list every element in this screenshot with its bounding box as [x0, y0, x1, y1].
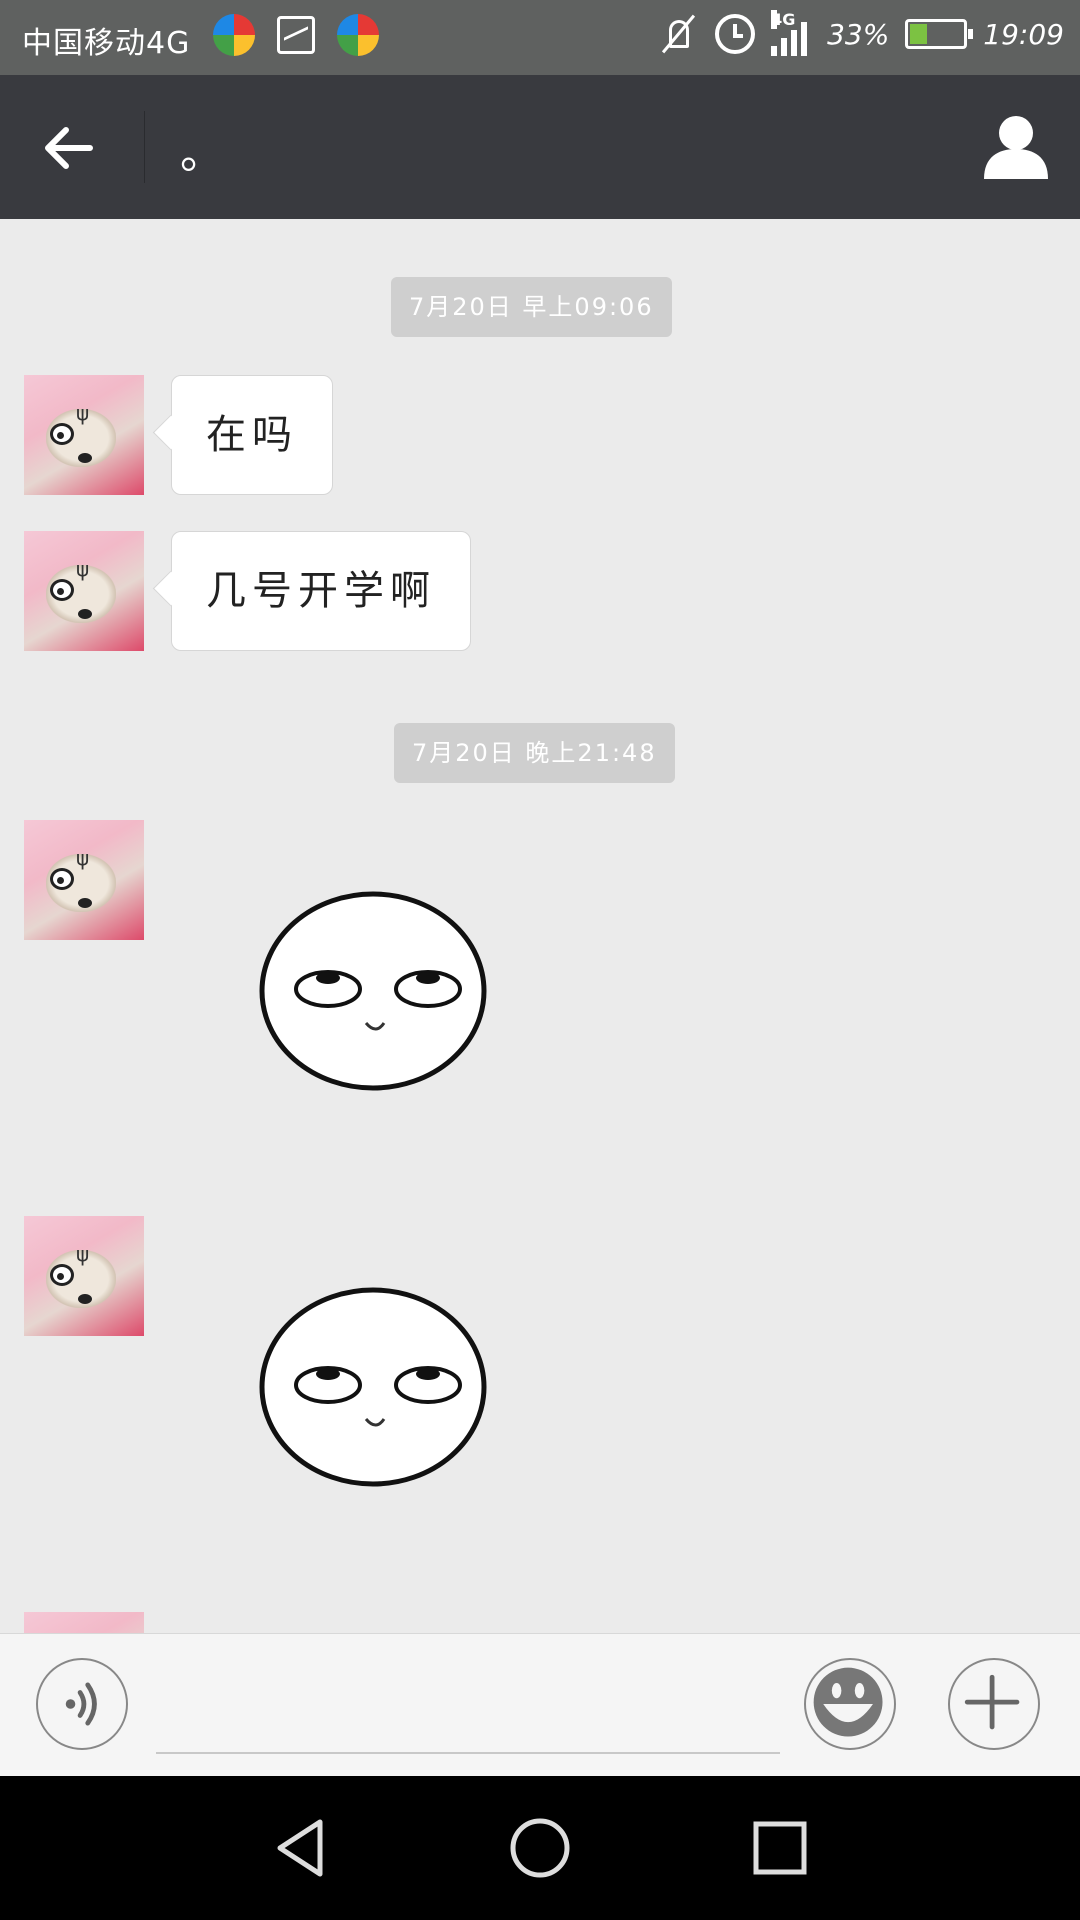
battery-icon [905, 19, 974, 49]
timestamp: 7月20日 早上09:06 [391, 277, 672, 337]
notification-icons [213, 14, 379, 56]
arrow-left-icon [45, 127, 93, 169]
contact-avatar[interactable] [24, 1612, 144, 1633]
system-nav-bar [0, 1776, 1080, 1920]
back-triangle-icon [277, 1819, 323, 1877]
recents-square-icon [753, 1821, 807, 1875]
app-icon [213, 14, 255, 56]
plus-icon [964, 1674, 1020, 1730]
clock: 19:09 [983, 17, 1064, 51]
voice-button[interactable] [36, 1658, 128, 1750]
contact-avatar[interactable]: ψ [24, 1216, 144, 1336]
voice-icon [65, 1682, 97, 1726]
carrier-label: 中国移动4G [22, 26, 191, 61]
contact-avatar[interactable]: ψ [24, 531, 144, 651]
nav-recents-button[interactable] [748, 1816, 812, 1880]
contact-avatar[interactable]: ψ [24, 820, 144, 940]
message-input[interactable] [156, 1752, 780, 1754]
person-icon [984, 116, 1048, 179]
sticker-message[interactable] [258, 891, 488, 1091]
emoji-icon [813, 1667, 883, 1737]
more-button[interactable] [948, 1658, 1040, 1750]
timestamp: 7月20日 晚上21:48 [394, 723, 675, 783]
battery-percent: 33% [827, 17, 890, 51]
message-bubble[interactable]: 几号开学啊 [171, 531, 471, 651]
battery-level [910, 24, 928, 44]
image-icon [277, 16, 315, 54]
chat-header: 。 [0, 75, 1080, 219]
status-bar: 中国移动4G 4G 33% 19:09 [0, 0, 1080, 75]
eye-roll-face-icon [259, 1287, 487, 1487]
header-divider [144, 111, 145, 183]
chat-title: 。 [180, 128, 224, 179]
app-icon [337, 14, 379, 56]
back-button[interactable] [40, 115, 110, 181]
alarm-icon [715, 14, 756, 54]
network-tag: 4G [771, 10, 796, 29]
emoji-button[interactable] [804, 1658, 896, 1750]
contact-avatar[interactable]: ψ [24, 375, 144, 495]
message-list[interactable]: 7月20日 早上09:06 ψ 在吗 ψ 几号开学啊 7月20日 晚上21:48… [0, 219, 1080, 1633]
home-circle-icon [510, 1818, 570, 1878]
sticker-message[interactable] [258, 1287, 488, 1487]
input-bar [0, 1633, 1080, 1777]
eye-roll-face-icon [259, 891, 487, 1091]
nav-home-button[interactable] [508, 1816, 572, 1880]
nav-back-button[interactable] [270, 1816, 334, 1880]
system-icons: 4G 33% 19:09 [659, 10, 1064, 56]
message-bubble[interactable]: 在吗 [171, 375, 333, 495]
signal-icon: 4G [771, 10, 811, 56]
mute-icon [659, 12, 699, 56]
chat-info-button[interactable] [982, 113, 1050, 181]
